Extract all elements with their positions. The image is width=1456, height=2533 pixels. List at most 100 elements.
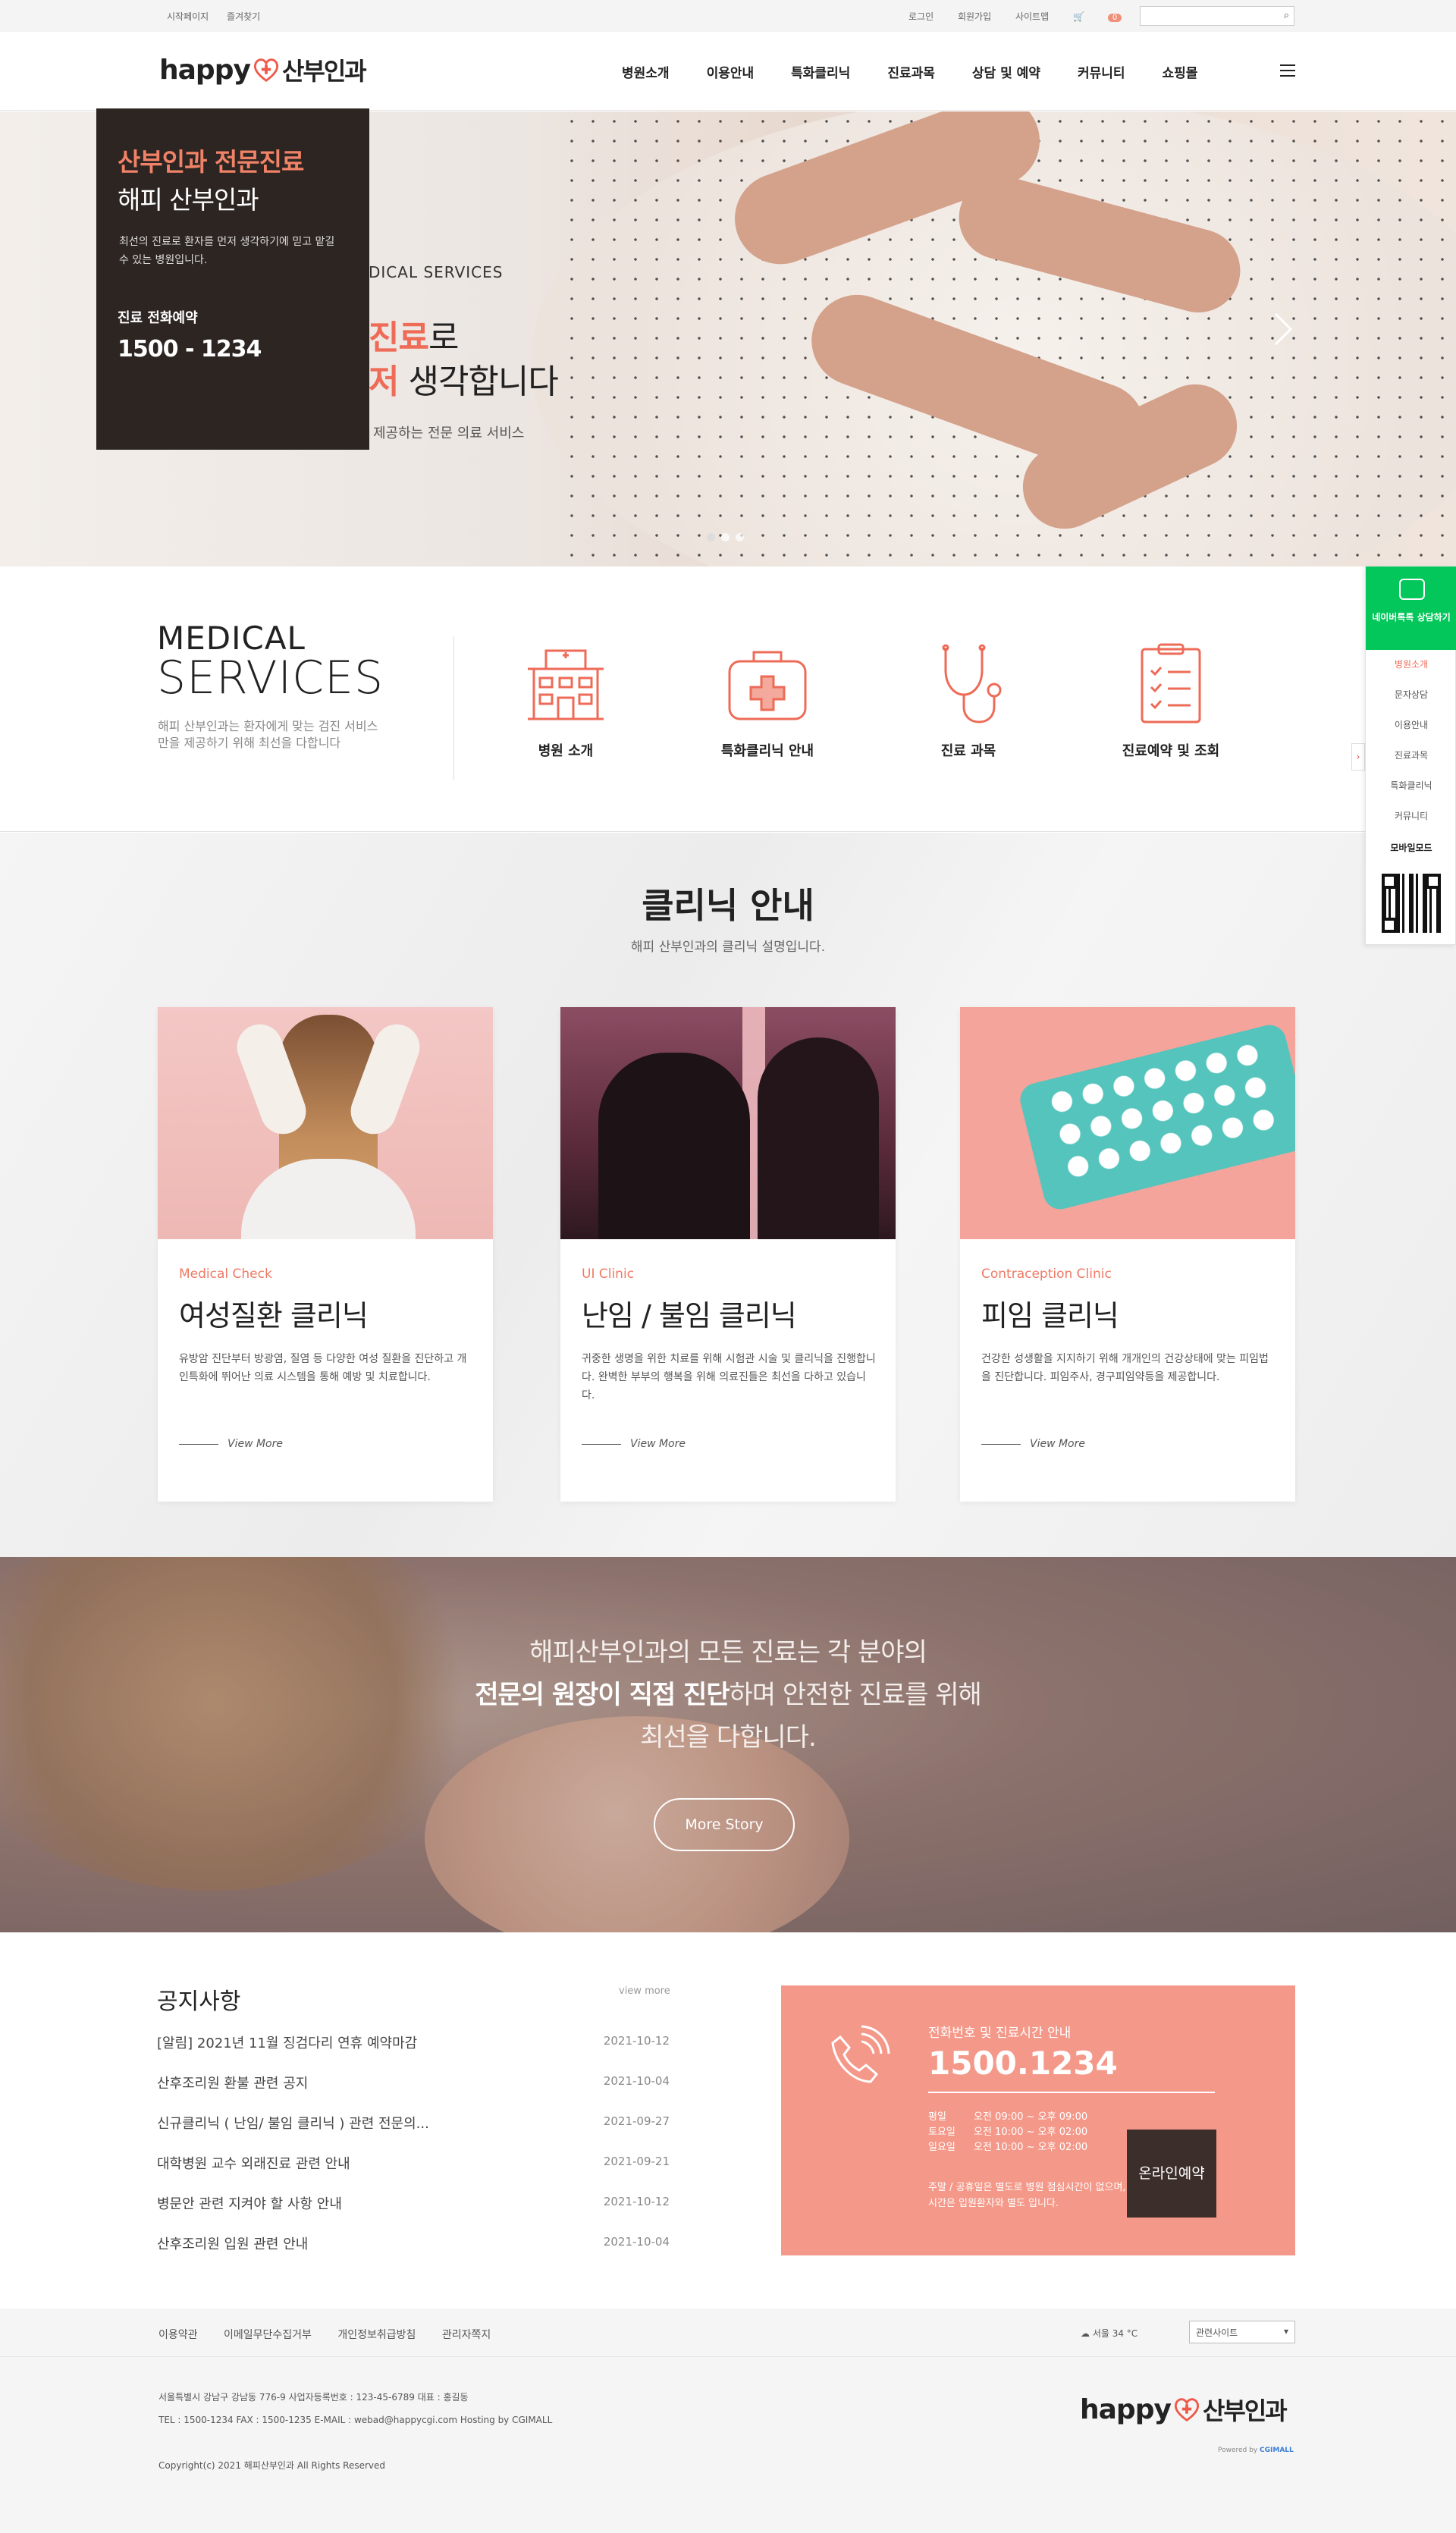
view-more-link[interactable]: View More: [582, 1438, 686, 1450]
notice-title: 공지사항: [157, 1988, 241, 2015]
email-refusal-link[interactable]: 이메일무단수집거부: [224, 2329, 312, 2341]
clinic-card-description: 귀중한 생명을 위한 치료를 위해 시험관 시술 및 클리닉을 진행합니다. 완…: [582, 1353, 876, 1401]
banner-line-1: 해피산부인과의 모든 진료는 각 분야의: [529, 1637, 927, 1668]
mobile-mode-link[interactable]: 모바일모드: [1366, 841, 1456, 854]
notice-row[interactable]: 대학병원 교수 외래진료 관련 안내 2021-09-21: [157, 2153, 670, 2173]
start-page-link[interactable]: 시작페이지: [167, 11, 209, 22]
service-label: 진료 과목: [940, 743, 996, 759]
clinic-card-title: 여성질환 클리닉: [179, 1299, 369, 1332]
powered-by: Powered by CGIMALL: [1218, 2447, 1294, 2454]
more-story-button[interactable]: More Story: [654, 1798, 795, 1851]
service-item-departments[interactable]: 진료 과목: [893, 639, 1044, 760]
service-label: 진료예약 및 조회: [1122, 743, 1220, 759]
slider-dot[interactable]: [721, 533, 730, 541]
hero-headline-1: 진료로: [369, 319, 459, 357]
divider: [928, 2092, 1215, 2093]
notice-row[interactable]: 산후조리원 입원 관련 안내 2021-10-04: [157, 2233, 670, 2253]
naver-talk-label: 네이버톡톡 상담하기: [1372, 612, 1451, 623]
clinic-card-image: [560, 1007, 896, 1239]
search-input[interactable]: ⌕: [1140, 6, 1294, 26]
notice-view-more-link[interactable]: view more: [619, 1985, 670, 1997]
weather-widget: ☁ 서울 34 °C: [1081, 2328, 1138, 2339]
quick-item[interactable]: 문자상담: [1366, 688, 1456, 701]
bookmark-link[interactable]: 즐겨찾기: [227, 11, 260, 22]
clinic-card-image: [158, 1007, 493, 1239]
clinic-card-infertility[interactable]: UI Clinic 난임 / 불임 클리닉 귀중한 생명을 위한 치료를 위해 …: [560, 1007, 896, 1502]
cloud-icon: ☁: [1081, 2328, 1093, 2339]
main-navigation: 병원소개 이용안내 특화클리닉 진료과목 상담 및 예약 커뮤니티 쇼핑몰: [622, 62, 1235, 81]
notice-row[interactable]: 신규클리닉 ( 난임/ 불임 클리닉 ) 관련 전문의... 2021-09-27: [157, 2113, 670, 2133]
clinic-section-title: 클리닉 안내: [642, 885, 814, 926]
hamburger-menu-icon[interactable]: [1280, 64, 1295, 77]
quick-item[interactable]: 진료과목: [1366, 749, 1456, 761]
clinic-section-subtitle: 해피 산부인과의 클리닉 설명입니다.: [630, 940, 826, 955]
quick-item[interactable]: 병원소개: [1366, 658, 1456, 670]
admin-note-link[interactable]: 관리자쪽지: [442, 2329, 491, 2341]
hero-card-phone-number[interactable]: 1500 - 1234: [118, 336, 262, 363]
logo-text-en: happy: [159, 54, 251, 86]
quick-item[interactable]: 특화클리닉: [1366, 779, 1456, 792]
contact-note: 주말 / 공휴일은 별도로 병원 점심시간이 없으며, 진료시간은 입원환자와 …: [928, 2182, 1147, 2209]
clinic-card-category: Medical Check: [179, 1266, 272, 1282]
slider-dot[interactable]: [736, 533, 744, 541]
nav-hospital-intro[interactable]: 병원소개: [622, 62, 670, 81]
notice-section: 공지사항 view more [알림] 2021년 11월 징검다리 연휴 예약…: [0, 1932, 1456, 2309]
nav-community[interactable]: 커뮤니티: [1078, 62, 1125, 81]
notice-row[interactable]: 병문안 관련 지켜야 할 사항 안내 2021-10-12: [157, 2193, 670, 2213]
medical-services-section: MEDICAL SERVICES 해피 산부인과는 환자에게 맞는 검진 서비스…: [0, 567, 1456, 832]
banner-line-2: 전문의 원장이 직접 진단하며 안전한 진료를 위해: [475, 1680, 982, 1710]
terms-link[interactable]: 이용약관: [158, 2329, 198, 2341]
service-label: 특화클리닉 안내: [720, 743, 814, 759]
contact-hours: 평일 오전 09:00 ~ 오후 09:00 토요일 오전 10:00 ~ 오후 0…: [928, 2111, 1088, 2153]
notice-row[interactable]: [알림] 2021년 11월 징검다리 연휴 예약마감 2021-10-12: [157, 2032, 670, 2052]
search-icon[interactable]: ⌕: [1284, 10, 1289, 21]
slider-dot[interactable]: [707, 533, 715, 541]
hero-card-title: 해피 산부인과: [118, 185, 259, 215]
nav-guide[interactable]: 이용안내: [707, 62, 755, 81]
heart-cross-icon: [1174, 2398, 1200, 2422]
service-item-reservation[interactable]: 진료예약 및 조회: [1095, 639, 1247, 760]
signup-link[interactable]: 회원가입: [958, 11, 991, 22]
hero-headline-2: 저 생각합니다: [369, 363, 559, 401]
cart-link[interactable]: 🛒 0: [1073, 11, 1143, 22]
logo-text-en: happy: [1080, 2393, 1172, 2425]
sitemap-link[interactable]: 사이트맵: [1015, 11, 1049, 22]
site-logo[interactable]: happy 산부인과: [159, 53, 367, 86]
hospital-icon: [528, 649, 604, 720]
service-item-hospital[interactable]: 병원 소개: [490, 639, 642, 760]
hero-card-title-accent: 산부인과 전문진료: [118, 147, 304, 177]
privacy-link[interactable]: 개인정보취급방침: [337, 2329, 416, 2341]
clinic-card-contraception[interactable]: Contraception Clinic 피임 클리닉 건강한 성생활을 지지하…: [960, 1007, 1295, 1502]
quick-menu-toggle-arrow-icon[interactable]: ›: [1351, 743, 1365, 771]
related-site-select[interactable]: 관련사이트 ▾: [1189, 2321, 1295, 2343]
site-footer: 서울특별시 강남구 강남동 776-9 사업자등록번호 : 123-45-678…: [0, 2357, 1456, 2533]
online-reservation-button[interactable]: 온라인예약: [1127, 2130, 1216, 2218]
login-link[interactable]: 로그인: [908, 11, 934, 22]
hero-card-description: 최선의 진료로 환자를 먼저 생각하기에 믿고 맡길 수 있는 병원입니다.: [119, 236, 335, 266]
logo-text-kr: 산부인과: [1202, 2396, 1288, 2425]
naver-talk-button[interactable]: 네이버톡톡 상담하기: [1366, 567, 1456, 650]
nav-departments[interactable]: 진료과목: [887, 62, 935, 81]
hero-info-card: 산부인과 전문진료 해피 산부인과 최선의 진료로 환자를 먼저 생각하기에 믿…: [96, 108, 369, 450]
clinic-card-category: UI Clinic: [582, 1266, 635, 1282]
quick-item[interactable]: 커뮤니티: [1366, 809, 1456, 822]
clinic-card-title: 난임 / 불임 클리닉: [582, 1299, 797, 1332]
clinic-card-women[interactable]: Medical Check 여성질환 클리닉 유방암 진단부터 방광염, 질염 …: [158, 1007, 493, 1502]
quick-item[interactable]: 이용안내: [1366, 718, 1456, 731]
view-more-link[interactable]: View More: [981, 1438, 1085, 1450]
nav-shop[interactable]: 쇼핑몰: [1163, 62, 1198, 81]
services-description: 해피 산부인과는 환자에게 맞는 검진 서비스만을 제공하기 위해 최선을 다합…: [158, 719, 378, 750]
divider: [453, 636, 454, 780]
heart-cross-icon: [253, 58, 279, 83]
cart-icon: 🛒: [1072, 11, 1084, 22]
quick-menu: 네이버톡톡 상담하기 병원소개 문자상담 이용안내 진료과목 특화클리닉 커뮤니…: [1365, 566, 1456, 945]
view-more-link[interactable]: View More: [179, 1438, 283, 1450]
contact-label: 전화번호 및 진료시간 안내: [928, 2026, 1072, 2041]
service-item-special-clinic[interactable]: 특화클리닉 안내: [692, 639, 843, 760]
notice-row[interactable]: 산후조리원 환불 관련 공지 2021-10-04: [157, 2073, 670, 2092]
clinic-card-description: 유방암 진단부터 방광염, 질염 등 다양한 여성 질환을 진단하고 개인특화에…: [179, 1353, 467, 1383]
top-utility-bar: 시작페이지 즐겨찾기 로그인 회원가입 사이트맵 🛒 0 ⌕: [0, 0, 1456, 32]
nav-special-clinic[interactable]: 특화클리닉: [791, 62, 850, 81]
contact-phone[interactable]: 1500.1234: [928, 2045, 1118, 2082]
nav-consult-reserve[interactable]: 상담 및 예약: [972, 62, 1040, 81]
